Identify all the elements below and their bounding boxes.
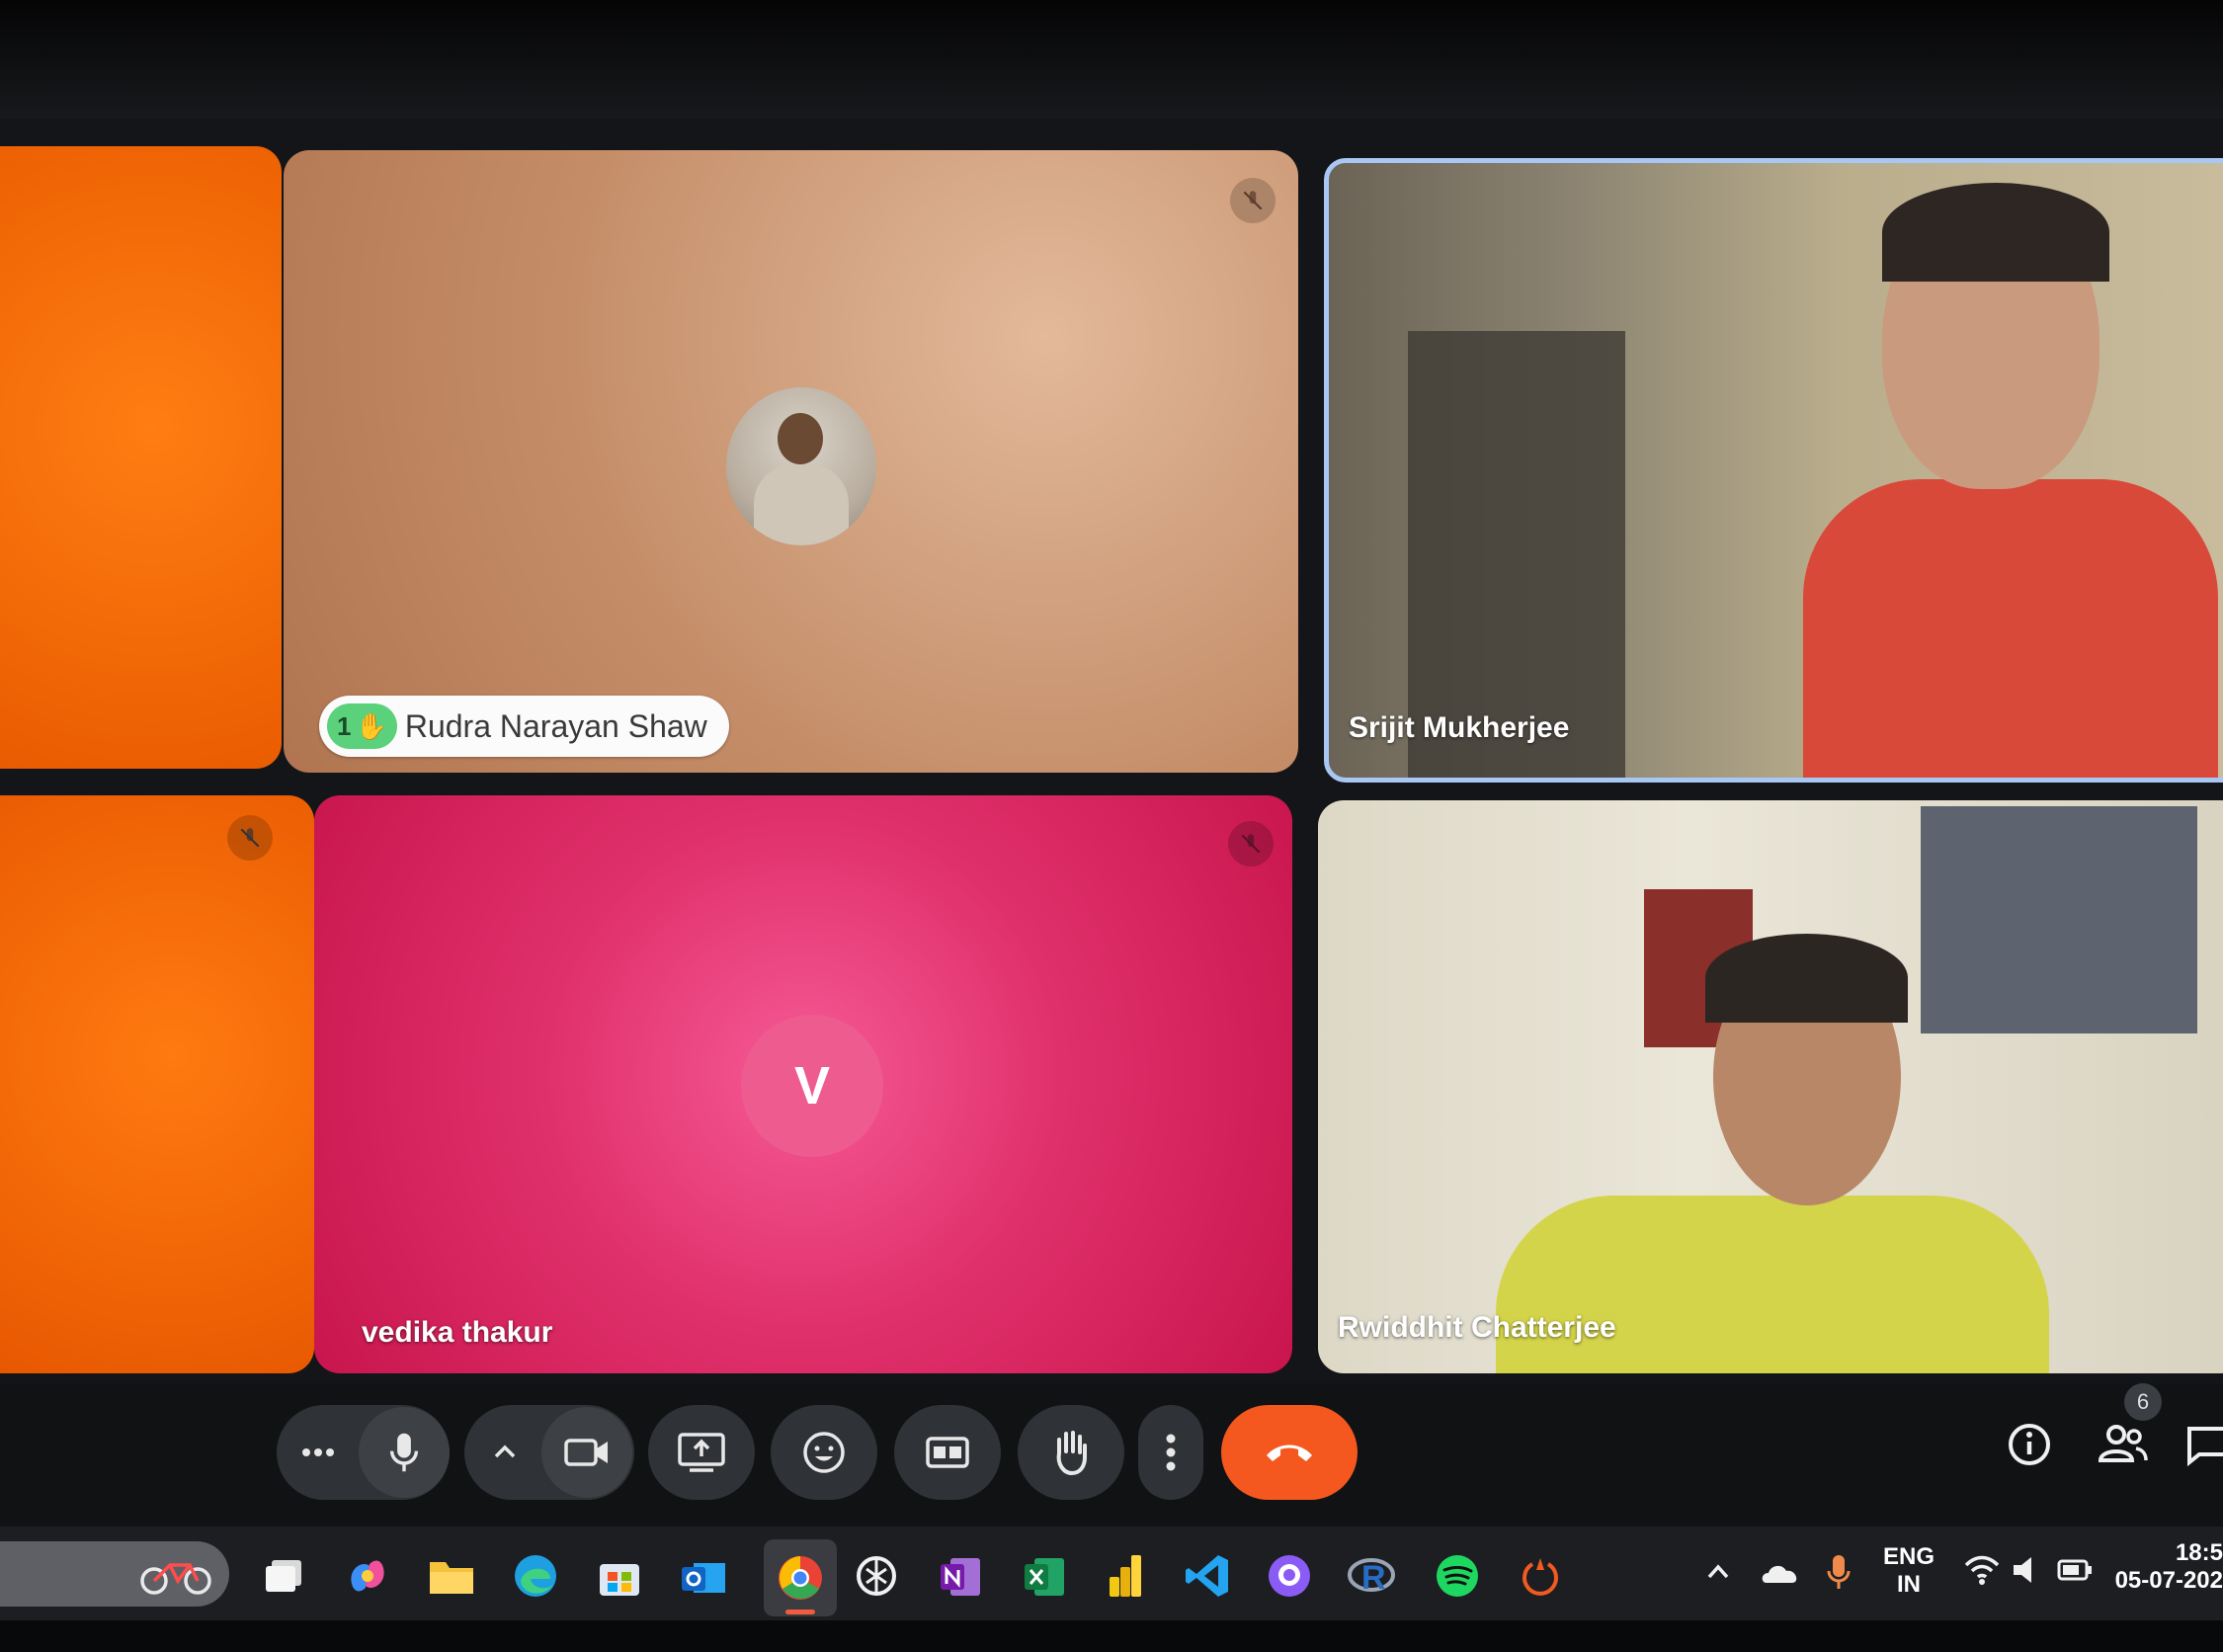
onedrive-icon[interactable]	[1759, 1557, 1802, 1592]
raised-hand-name-pill: 1 ✋ Rudra Narayan Shaw	[319, 696, 729, 757]
monitor-bezel-bottom	[0, 1620, 2223, 1652]
mic-off-icon	[1230, 178, 1276, 223]
people-icon[interactable]	[2095, 1419, 2150, 1473]
more-vertical-button[interactable]	[1138, 1405, 1203, 1500]
power-icon[interactable]	[1514, 1549, 1567, 1603]
captions-icon	[926, 1437, 969, 1468]
power-bi-icon[interactable]	[1099, 1549, 1152, 1603]
more-options-icon[interactable]	[298, 1435, 338, 1475]
avatar: V	[741, 1015, 883, 1157]
camera-icon	[564, 1439, 608, 1466]
taskbar-widget-area[interactable]	[0, 1541, 229, 1607]
microphone-icon	[389, 1433, 419, 1472]
participant-tile-vedika[interactable]: V vedika thakur	[314, 795, 1292, 1373]
edge-icon[interactable]	[509, 1549, 562, 1603]
hand-count: 1	[337, 710, 352, 741]
hang-up-icon	[1267, 1445, 1312, 1461]
chrome-icon[interactable]	[764, 1539, 837, 1616]
hand-icon: ✋	[355, 710, 387, 741]
raise-hand-button[interactable]	[1018, 1405, 1124, 1500]
store-icon[interactable]	[593, 1549, 646, 1603]
outlook-icon[interactable]	[677, 1549, 730, 1603]
captions-button[interactable]	[894, 1405, 1001, 1500]
bicycle-icon	[138, 1551, 215, 1602]
video-subject	[1803, 479, 2218, 778]
participant-name: vedika thakur	[362, 1316, 553, 1349]
participant-tile-left-top	[0, 146, 282, 769]
onenote-icon[interactable]	[934, 1549, 987, 1603]
github-desktop-icon[interactable]	[1263, 1549, 1316, 1603]
emoji-icon	[803, 1432, 845, 1473]
video-subject	[1496, 1196, 2049, 1373]
mic-off-icon	[1228, 821, 1274, 867]
mic-off-icon	[227, 815, 273, 861]
participant-tile-srijit[interactable]: Srijit Mukherjee	[1324, 158, 2223, 783]
microphone-button[interactable]	[359, 1407, 450, 1498]
file-explorer-icon[interactable]	[425, 1549, 478, 1603]
present-screen-button[interactable]	[648, 1405, 755, 1500]
participant-name: Rwiddhit Chatterjee	[1338, 1311, 1616, 1344]
clock[interactable]: 18:5 05-07-202	[2114, 1539, 2223, 1595]
volume-icon[interactable]	[2010, 1553, 2043, 1592]
excel-icon[interactable]	[1018, 1549, 1071, 1603]
rstudio-icon[interactable]: R	[1346, 1549, 1399, 1603]
avatar	[726, 387, 876, 545]
info-icon[interactable]	[2006, 1421, 2053, 1473]
input-language-indicator[interactable]: ENG IN	[1883, 1543, 1935, 1599]
battery-icon[interactable]	[2055, 1555, 2095, 1590]
microphone-in-use-icon	[1824, 1551, 1853, 1598]
participant-name: Rudra Narayan Shaw	[404, 707, 707, 744]
chevron-up-icon[interactable]	[1701, 1555, 1735, 1594]
people-count-badge: 6	[2124, 1383, 2162, 1421]
raised-hand-badge: 1 ✋	[327, 703, 397, 749]
spotify-icon[interactable]	[1431, 1549, 1484, 1603]
camera-control-group	[464, 1405, 634, 1500]
chat-icon[interactable]	[2185, 1421, 2223, 1473]
language-code: ENG	[1883, 1543, 1935, 1570]
more-vertical-icon	[1166, 1434, 1176, 1471]
vscode-icon[interactable]	[1181, 1549, 1234, 1603]
wifi-icon[interactable]	[1962, 1553, 2002, 1592]
monitor-bezel-top	[0, 0, 2223, 119]
end-call-button[interactable]	[1221, 1405, 1358, 1500]
participant-tile-rwiddhit[interactable]: Rwiddhit Chatterjee	[1318, 800, 2223, 1373]
present-screen-icon	[678, 1433, 725, 1472]
participant-tile-rudra[interactable]: 1 ✋ Rudra Narayan Shaw	[284, 150, 1298, 773]
hand-icon	[1056, 1431, 1087, 1476]
clock-date: 05-07-202	[2114, 1567, 2223, 1594]
chatgpt-icon[interactable]	[850, 1549, 903, 1603]
camera-button[interactable]	[541, 1407, 632, 1498]
region-code: IN	[1897, 1571, 1921, 1598]
chevron-up-icon[interactable]	[490, 1435, 520, 1475]
svg-text:R: R	[1361, 1559, 1386, 1597]
clock-time: 18:5	[2175, 1539, 2223, 1566]
reactions-button[interactable]	[771, 1405, 877, 1500]
mic-control-group	[277, 1405, 450, 1500]
participant-tile-left-bottom	[0, 795, 314, 1373]
meeting-screen: 1 ✋ Rudra Narayan Shaw Srijit Mukherjee …	[0, 0, 2223, 1652]
copilot-icon[interactable]	[341, 1549, 394, 1603]
task-view-icon[interactable]	[257, 1549, 310, 1603]
participant-name: Srijit Mukherjee	[1349, 711, 1570, 744]
shelf-background	[1921, 806, 2197, 1033]
